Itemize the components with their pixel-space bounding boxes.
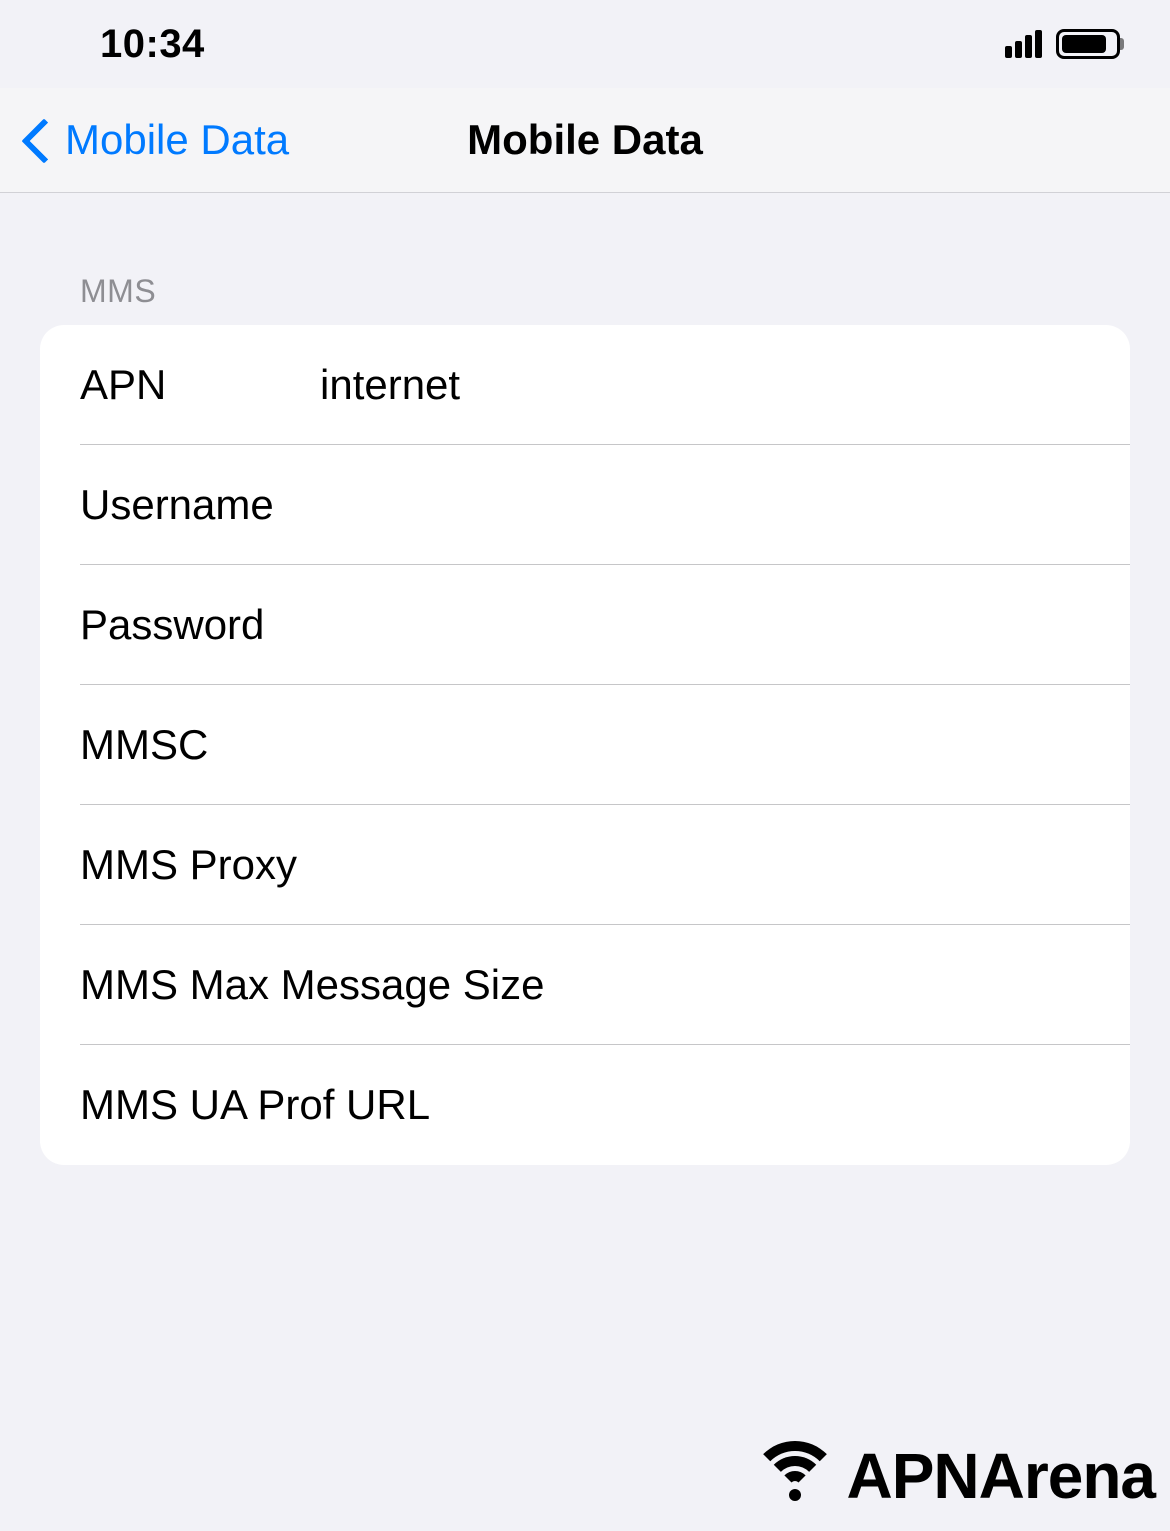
row-label: MMS Max Message Size: [80, 961, 585, 1009]
row-mms-max-message-size[interactable]: MMS Max Message Size: [40, 925, 1130, 1045]
row-mms-ua-prof-url[interactable]: MMS UA Prof URL: [40, 1045, 1130, 1165]
navigation-bar: Mobile Data Mobile Data: [0, 88, 1170, 193]
row-label: MMS Proxy: [80, 841, 585, 889]
row-password[interactable]: Password: [40, 565, 1130, 685]
row-value[interactable]: internet: [320, 361, 1130, 409]
row-label: APN: [80, 361, 320, 409]
cellular-signal-icon: [1005, 30, 1042, 58]
back-button[interactable]: Mobile Data: [0, 115, 289, 165]
watermark-bottom: APNArena: [750, 1439, 1155, 1513]
settings-group-mms: APN internet Username Password MMSC MMS …: [40, 325, 1130, 1165]
battery-icon: [1056, 29, 1120, 59]
status-time: 10:34: [100, 22, 205, 67]
page-title: Mobile Data: [467, 116, 703, 164]
section-header-mms: MMS: [0, 193, 1170, 325]
chevron-left-icon: [20, 115, 50, 165]
row-mmsc[interactable]: MMSC: [40, 685, 1130, 805]
row-label: MMS UA Prof URL: [80, 1081, 585, 1129]
status-icons: [1005, 29, 1120, 59]
row-username[interactable]: Username: [40, 445, 1130, 565]
wifi-icon: [750, 1441, 840, 1511]
row-apn[interactable]: APN internet: [40, 325, 1130, 445]
status-bar: 10:34: [0, 0, 1170, 88]
row-label: Password: [80, 601, 320, 649]
row-label: Username: [80, 481, 320, 529]
row-mms-proxy[interactable]: MMS Proxy: [40, 805, 1130, 925]
row-label: MMSC: [80, 721, 320, 769]
back-label: Mobile Data: [65, 116, 289, 164]
